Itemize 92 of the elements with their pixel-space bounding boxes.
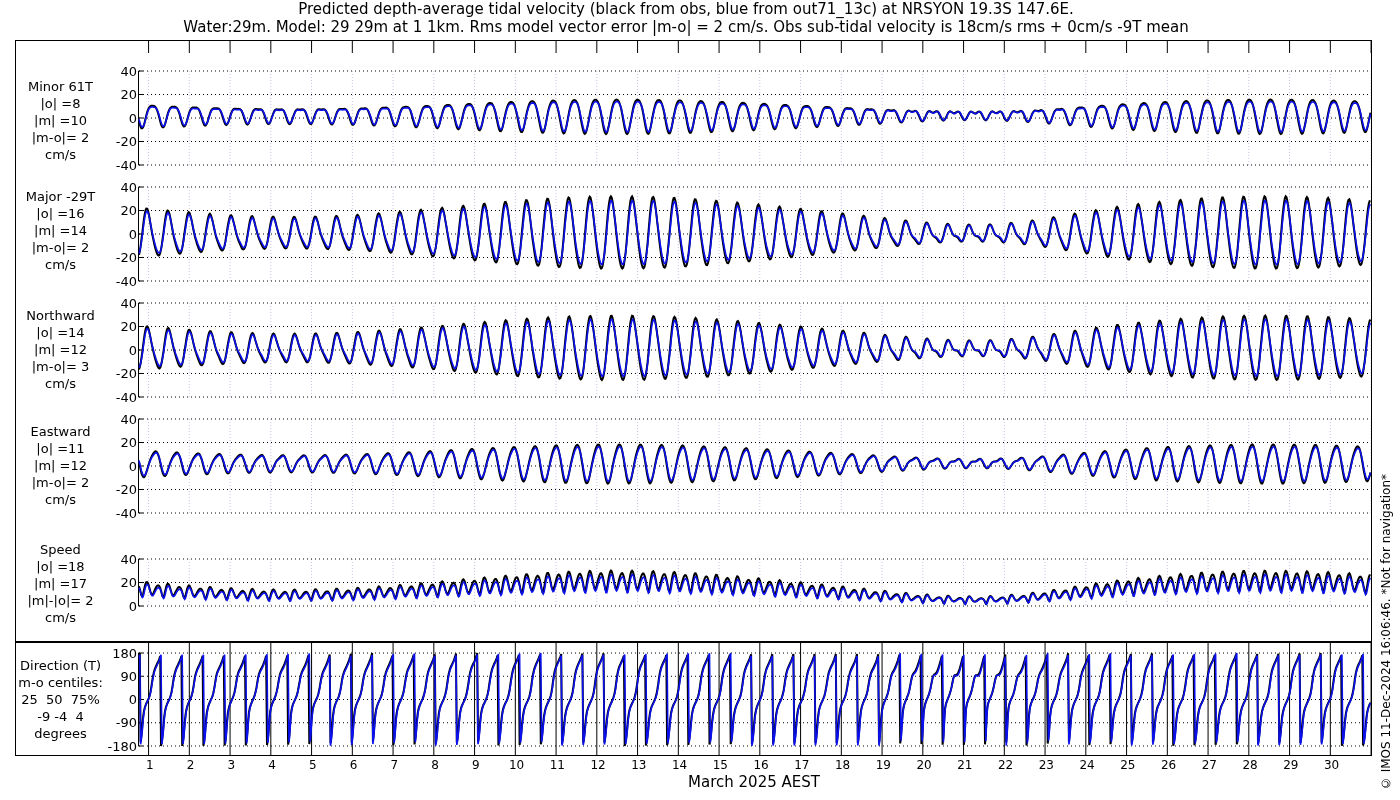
panel-label: Eastward — [30, 423, 91, 440]
axis-tick-label: 0 — [128, 342, 137, 358]
day-label: 21 — [956, 758, 974, 772]
axis-tick-label: 40 — [120, 295, 137, 311]
panel-label: cm/s — [45, 256, 76, 273]
axis-tick-label: 0 — [128, 226, 137, 242]
day-label: 18 — [833, 758, 852, 772]
day-label: 8 — [430, 758, 440, 772]
day-label: 14 — [670, 758, 689, 772]
copyright-note: © IMOS 11-Dec-2024 16:06:46. *Not for navigation* — [1379, 473, 1393, 790]
day-label: 4 — [267, 758, 277, 772]
day-label: 15 — [711, 758, 729, 772]
day-label: 16 — [752, 758, 770, 772]
panel-label: |m-o|= 2 — [31, 129, 90, 146]
day-label: 27 — [1200, 758, 1218, 772]
day-label: 22 — [996, 758, 1015, 772]
panel-label: cm/s — [45, 375, 76, 392]
day-label: 3 — [226, 758, 237, 772]
axis-tick-label: -20 — [115, 366, 137, 381]
axis-tick-label: -40 — [115, 157, 137, 173]
axis-tick-label: -40 — [115, 505, 137, 521]
axis-tick-label: 0 — [128, 458, 137, 474]
day-label: 10 — [507, 758, 526, 772]
chart-title: Predicted depth-average tidal velocity (black from obs, blue from out71_13c) at NRSYON 19.3S 147.6E. — [298, 0, 1074, 18]
day-label: 19 — [874, 758, 892, 772]
panel-label: |o| =16 — [36, 205, 85, 222]
axis-tick-label: 40 — [120, 411, 137, 427]
axis-tick-label: -90 — [115, 715, 137, 731]
panel-label: degrees — [34, 725, 87, 742]
axis-tick-label: 180 — [112, 645, 137, 661]
day-label: 23 — [1037, 758, 1055, 772]
axis-tick-label: 40 — [120, 179, 137, 195]
panel-label: |m|-|o|= 2 — [27, 592, 94, 609]
day-label: 5 — [307, 758, 318, 772]
panel-label: Direction (T) — [20, 657, 101, 674]
axis-tick-label: 20 — [120, 203, 137, 218]
day-label: 24 — [1078, 758, 1096, 772]
day-label: 25 — [1119, 758, 1137, 772]
axis-tick-label: -180 — [107, 738, 137, 754]
panel-label: -9 -4 4 — [37, 708, 84, 725]
axis-tick-label: 20 — [120, 435, 137, 450]
panel-label: 25 50 75% — [21, 691, 100, 708]
panel-label: |m-o|= 2 — [31, 239, 90, 256]
panel-label: Major -29T — [25, 188, 96, 205]
day-label: 7 — [389, 758, 400, 772]
axis-tick-label: 40 — [120, 551, 137, 567]
panel-label: |m| =12 — [34, 457, 87, 474]
panel-label: Minor 61T — [28, 78, 93, 95]
axis-tick-label: 40 — [120, 63, 137, 79]
panel-label: |o| =8 — [40, 95, 81, 112]
day-label: 30 — [1322, 758, 1341, 772]
chart-title: Water:29m. Model: 29 29m at 1 1km. Rms model vector error |m-o| = 2 cm/s. Obs sub-tidal velocity is 18cm/s rms + 0cm/s -9T mean — [183, 18, 1189, 36]
axis-tick-label: -20 — [115, 482, 137, 497]
panel-label: cm/s — [45, 491, 76, 508]
panel-label: |m-o|= 3 — [31, 358, 90, 375]
day-label: 6 — [348, 758, 359, 772]
axis-tick-label: -20 — [115, 134, 137, 149]
x-axis-label: March 2025 AEST — [687, 774, 821, 790]
panel-label: |m| =14 — [34, 222, 87, 239]
day-label: 28 — [1241, 758, 1259, 772]
day-label: 29 — [1282, 758, 1300, 772]
panel-label: |m| =12 — [34, 341, 87, 358]
day-label: 12 — [589, 758, 607, 772]
day-label: 20 — [915, 758, 933, 772]
panel-label: Speed — [40, 541, 81, 558]
panel-label: cm/s — [45, 609, 76, 626]
panel-label: |o| =14 — [36, 324, 85, 341]
axis-tick-label: 0 — [128, 110, 137, 126]
panel-label: |m| =10 — [34, 112, 87, 129]
axis-tick-label: 20 — [120, 319, 137, 334]
axis-tick-label: -20 — [115, 250, 137, 265]
axis-tick-label: 90 — [120, 668, 137, 684]
day-label: 1 — [144, 758, 155, 772]
panel-label: |m| =17 — [34, 575, 87, 592]
panel-label: Northward — [26, 307, 95, 324]
panel-label: |o| =11 — [36, 440, 85, 457]
day-label: 9 — [470, 758, 481, 772]
day-label: 2 — [185, 758, 196, 772]
day-label: 11 — [548, 758, 566, 772]
axis-tick-label: -40 — [115, 389, 137, 405]
panel-label: cm/s — [45, 146, 76, 163]
day-label: 26 — [1159, 758, 1178, 772]
axis-tick-label: 0 — [128, 598, 137, 614]
axis-tick-label: -40 — [115, 273, 137, 289]
panel-label: |m-o|= 2 — [31, 474, 90, 491]
axis-tick-label: 20 — [120, 575, 137, 590]
axis-tick-label: 0 — [128, 692, 137, 707]
axis-tick-label: 20 — [120, 87, 137, 102]
panel-label: |o| =18 — [36, 558, 85, 575]
panel-label: m-o centiles: — [18, 674, 103, 691]
day-label: 17 — [793, 758, 811, 772]
day-label: 13 — [630, 758, 648, 772]
